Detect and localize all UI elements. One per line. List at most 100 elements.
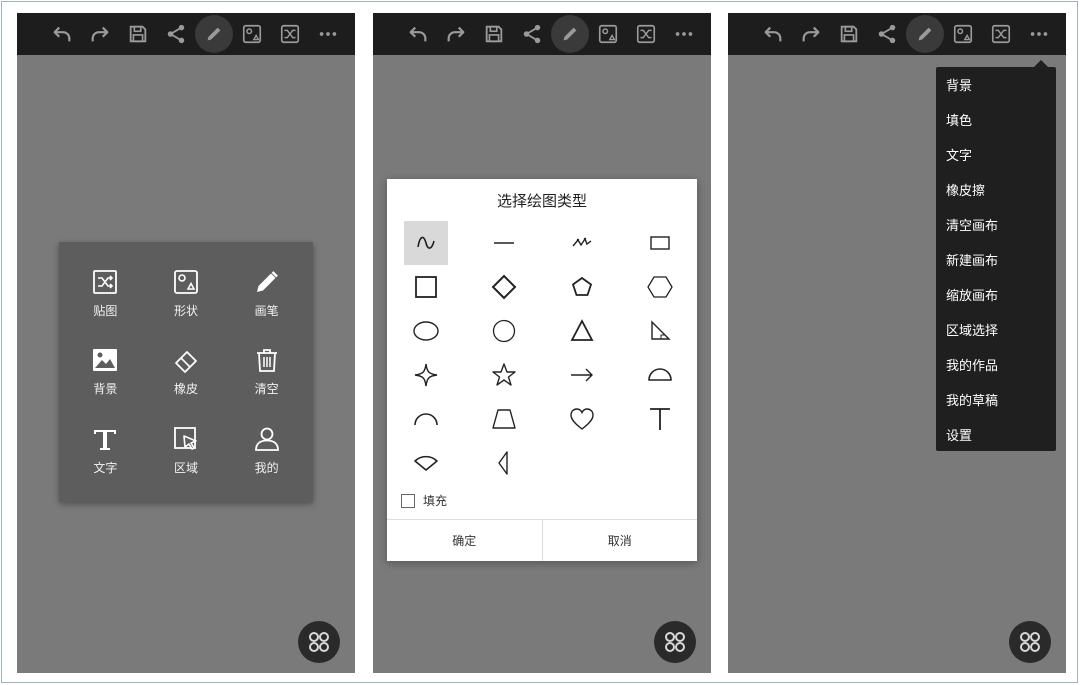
share-button[interactable] [513, 15, 551, 53]
phone-screen-2: 选择绘图类型 填充 确定 取消 [373, 13, 711, 673]
shape-option-triangle[interactable] [543, 309, 621, 353]
polyline-shape-icon [572, 237, 592, 247]
star-shape-icon [492, 363, 516, 386]
shuffle-button[interactable] [271, 15, 309, 53]
dropdown-item-eraser[interactable]: 橡皮擦 [936, 172, 1056, 207]
shape-option-arrow[interactable] [543, 353, 621, 397]
fill-checkbox[interactable] [401, 493, 415, 508]
shape-option-sparkle[interactable] [387, 353, 465, 397]
dropdown-item-new-canvas[interactable]: 新建画布 [936, 242, 1056, 277]
shape-button[interactable] [233, 15, 271, 53]
dropdown-item-fill-color[interactable]: 填色 [936, 102, 1056, 137]
shape-option-circle[interactable] [465, 309, 543, 353]
undo-button[interactable] [43, 15, 81, 53]
dropdown-item-region-select[interactable]: 区域选择 [936, 312, 1056, 347]
save-icon [840, 25, 858, 43]
shape-option-ellipse[interactable] [387, 309, 465, 353]
menu-item-text[interactable]: 文字 [65, 411, 146, 490]
save-icon [485, 25, 503, 43]
shape-option-t-shape[interactable] [621, 397, 699, 441]
menu-item-sticker[interactable]: 贴图 [65, 254, 146, 333]
shuffle-icon [991, 24, 1011, 44]
save-button[interactable] [475, 15, 513, 53]
menu-item-label: 文字 [93, 461, 118, 476]
dropdown-item-settings[interactable]: 设置 [936, 417, 1056, 452]
redo-button[interactable] [792, 15, 830, 53]
grid-dots-icon [1020, 632, 1040, 652]
dropdown-item-clear-canvas[interactable]: 清空画布 [936, 207, 1056, 242]
save-button[interactable] [119, 15, 157, 53]
floating-menu-button[interactable] [1009, 621, 1051, 663]
pencil-button[interactable] [195, 15, 233, 53]
diamond-shape-icon [491, 274, 517, 300]
shape-button[interactable] [944, 15, 982, 53]
share-button[interactable] [868, 15, 906, 53]
redo-button[interactable] [437, 15, 475, 53]
shape-option-line[interactable] [465, 221, 543, 265]
shape-option-semicircle[interactable] [621, 353, 699, 397]
dropdown-item-my-works[interactable]: 我的作品 [936, 347, 1056, 382]
cancel-button[interactable]: 取消 [541, 520, 698, 561]
shape-option-heart[interactable] [543, 397, 621, 441]
confirm-button[interactable]: 确定 [387, 520, 542, 561]
shape-option-fan[interactable] [387, 441, 465, 485]
shape-option-hexagon[interactable] [621, 265, 699, 309]
save-button[interactable] [830, 15, 868, 53]
more-button[interactable] [309, 15, 347, 53]
redo-button[interactable] [81, 15, 119, 53]
share-button[interactable] [157, 15, 195, 53]
menu-item-pencil[interactable]: 画笔 [226, 254, 307, 333]
menu-item-region[interactable]: 区域 [146, 411, 227, 490]
menu-item-background[interactable]: 背景 [65, 333, 146, 412]
shape-option-right-triangle[interactable] [621, 309, 699, 353]
fan-shape-icon [414, 455, 438, 471]
menu-item-shape[interactable]: 形状 [146, 254, 227, 333]
floating-menu-button[interactable] [654, 621, 696, 663]
more-button[interactable] [665, 15, 703, 53]
menu-item-mine[interactable]: 我的 [226, 411, 307, 490]
pencil-button[interactable] [551, 15, 589, 53]
t-shape-icon [650, 408, 670, 430]
shape-option-diamond[interactable] [465, 265, 543, 309]
phone-screen-3: 背景 填色 文字 橡皮擦 清空画布 新建画布 缩放画布 区域选择 我的作品 我的… [728, 13, 1066, 673]
shuffle-button[interactable] [627, 15, 665, 53]
shape-option-polyline[interactable] [543, 221, 621, 265]
fill-option[interactable]: 填充 [401, 492, 447, 509]
image-icon [93, 349, 118, 372]
shuffle-button[interactable] [982, 15, 1020, 53]
dropdown-item-text[interactable]: 文字 [936, 137, 1056, 172]
more-button[interactable] [1020, 15, 1058, 53]
shape-option-square[interactable] [387, 265, 465, 309]
shape-option-freehand[interactable] [387, 221, 465, 265]
circle-shape-icon [492, 319, 516, 343]
pencil-button[interactable] [906, 15, 944, 53]
floating-menu-button[interactable] [298, 621, 340, 663]
text-icon [94, 430, 117, 451]
shape-option-trapezoid[interactable] [465, 397, 543, 441]
undo-icon [53, 26, 71, 42]
half-leaf-shape-icon [498, 451, 508, 475]
dialog-actions: 确定 取消 [387, 519, 697, 561]
tool-grid-menu: 贴图 形状 画笔 背景 橡皮 清空 文字 区域 我的 [59, 242, 313, 502]
dropdown-item-my-drafts[interactable]: 我的草稿 [936, 382, 1056, 417]
pencil-icon [207, 27, 221, 41]
undo-button[interactable] [399, 15, 437, 53]
undo-button[interactable] [754, 15, 792, 53]
menu-item-label: 形状 [173, 303, 198, 318]
shape-option-star[interactable] [465, 353, 543, 397]
shape-option-half-leaf[interactable] [465, 441, 543, 485]
menu-item-clear[interactable]: 清空 [226, 333, 307, 412]
grid-dots-icon [665, 632, 685, 652]
dropdown-item-zoom-canvas[interactable]: 缩放画布 [936, 277, 1056, 312]
menu-item-eraser[interactable]: 橡皮 [146, 333, 227, 412]
more-icon [675, 32, 693, 36]
sticker-icon [93, 269, 118, 294]
shape-option-rectangle[interactable] [621, 221, 699, 265]
more-icon [319, 32, 337, 36]
shape-option-pentagon[interactable] [543, 265, 621, 309]
pencil-icon [918, 27, 932, 41]
share-icon [878, 24, 896, 44]
dropdown-item-background[interactable]: 背景 [936, 67, 1056, 102]
shape-option-arc[interactable] [387, 397, 465, 441]
shape-button[interactable] [589, 15, 627, 53]
